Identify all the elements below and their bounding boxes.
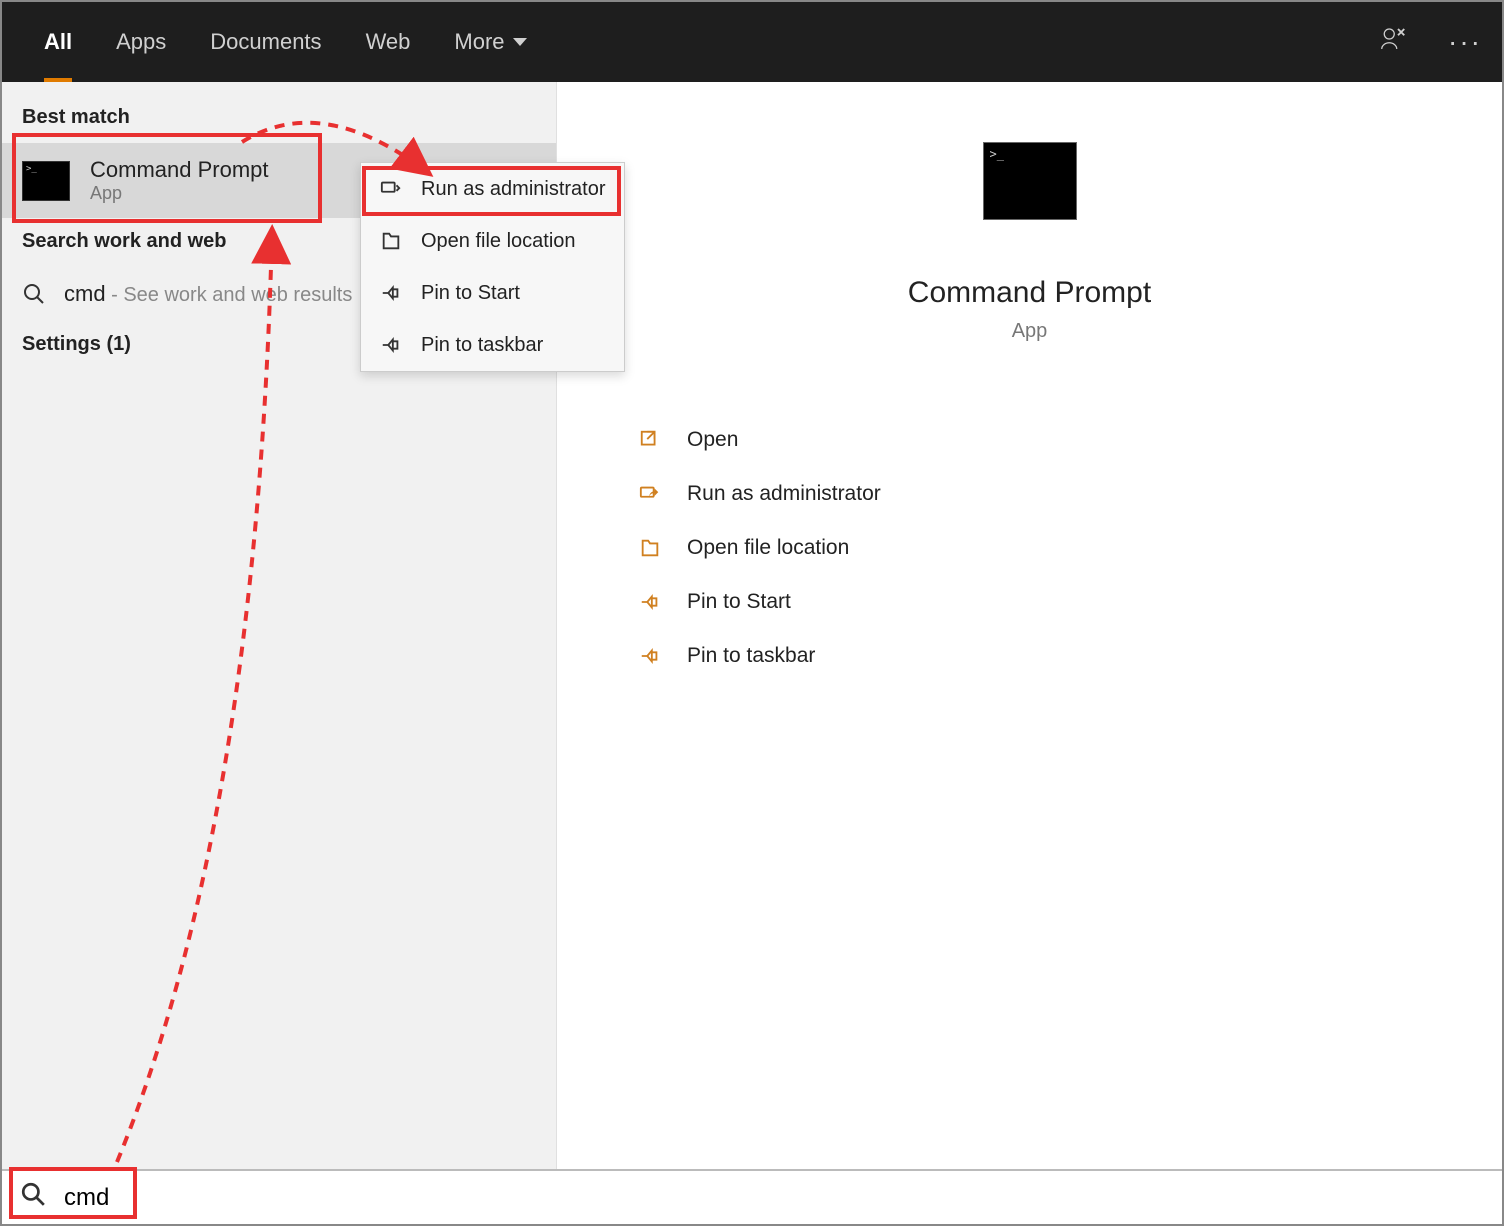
tab-web-label: Web (366, 29, 411, 55)
action-pin-start[interactable]: Pin to Start (637, 575, 1462, 629)
tab-more[interactable]: More (432, 2, 548, 82)
search-filter-tabs: All Apps Documents Web More ··· (2, 2, 1502, 82)
preview-cmd-icon (983, 142, 1077, 220)
pin-taskbar-icon (379, 333, 403, 357)
cmd-prompt-icon (22, 161, 70, 201)
ctx-pin-start[interactable]: Pin to Start (361, 267, 624, 319)
web-result-text: cmd - See work and web results (64, 281, 352, 307)
open-icon (637, 427, 663, 453)
preview-title: Command Prompt (908, 276, 1151, 310)
best-match-header: Best match (2, 94, 556, 143)
ctx-run-admin[interactable]: Run as administrator (361, 163, 624, 215)
shield-icon (637, 481, 663, 507)
chevron-down-icon (513, 38, 527, 46)
tab-more-label: More (454, 29, 504, 55)
search-bar (2, 1169, 1502, 1224)
tab-apps[interactable]: Apps (94, 2, 188, 82)
search-icon (22, 282, 46, 306)
action-pin-start-label: Pin to Start (687, 590, 791, 614)
preview-actions: Open Run as administrator Open file loca… (597, 413, 1462, 683)
tab-all-label: All (44, 29, 72, 55)
context-menu: Run as administrator Open file location … (360, 162, 625, 372)
ctx-open-loc-label: Open file location (421, 230, 576, 253)
search-input[interactable] (64, 1184, 1484, 1212)
pin-start-icon (637, 589, 663, 615)
search-results-main: Best match Command Prompt App Search wor… (2, 82, 1502, 1169)
more-options-icon[interactable]: ··· (1448, 26, 1482, 58)
folder-icon (637, 535, 663, 561)
tab-documents-label: Documents (210, 29, 321, 55)
action-pin-task-label: Pin to taskbar (687, 644, 815, 668)
tab-apps-label: Apps (116, 29, 166, 55)
shield-icon (379, 177, 403, 201)
ctx-open-location[interactable]: Open file location (361, 215, 624, 267)
action-pin-taskbar[interactable]: Pin to taskbar (637, 629, 1462, 683)
web-desc: - See work and web results (106, 284, 353, 306)
tab-all[interactable]: All (22, 2, 94, 82)
action-open[interactable]: Open (637, 413, 1462, 467)
tab-documents[interactable]: Documents (188, 2, 343, 82)
web-term: cmd (64, 281, 106, 306)
tab-web[interactable]: Web (344, 2, 433, 82)
folder-icon (379, 229, 403, 253)
action-open-label: Open (687, 428, 738, 452)
pin-start-icon (379, 281, 403, 305)
ctx-pin-task-label: Pin to taskbar (421, 334, 543, 357)
preview-subtitle: App (1012, 320, 1048, 343)
preview-panel: Command Prompt App Open Run as administr… (557, 82, 1502, 1169)
pin-taskbar-icon (637, 643, 663, 669)
action-open-loc-label: Open file location (687, 536, 849, 560)
search-icon (20, 1181, 46, 1214)
ctx-run-admin-label: Run as administrator (421, 178, 606, 201)
action-open-location[interactable]: Open file location (637, 521, 1462, 575)
action-run-admin[interactable]: Run as administrator (637, 467, 1462, 521)
feedback-icon[interactable] (1378, 24, 1408, 60)
action-run-admin-label: Run as administrator (687, 482, 881, 506)
ctx-pin-start-label: Pin to Start (421, 282, 520, 305)
ctx-pin-taskbar[interactable]: Pin to taskbar (361, 319, 624, 371)
